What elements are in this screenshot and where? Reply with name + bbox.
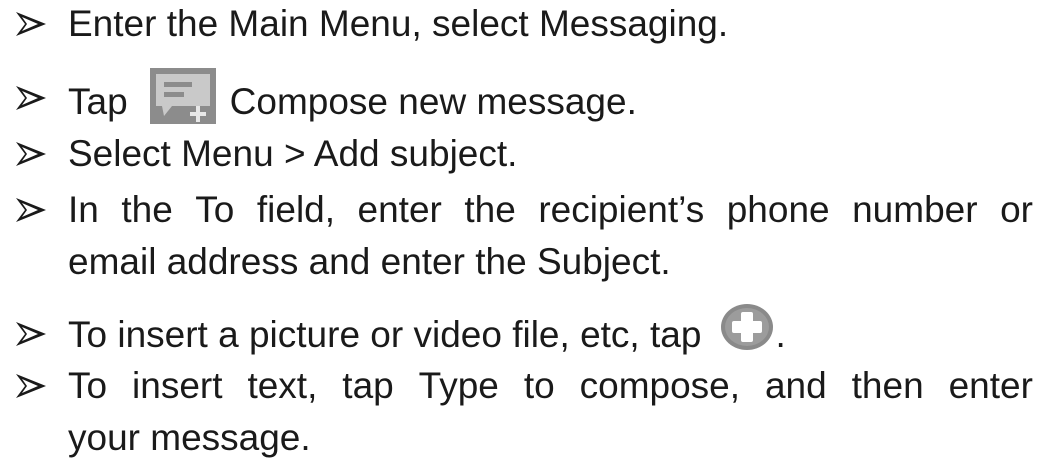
step-4-line-2: email address and enter the Subject. — [68, 241, 671, 282]
step-3-text: Select Menu > Add subject. — [68, 133, 518, 174]
word: enter — [357, 189, 442, 230]
word: field, — [256, 189, 336, 230]
arrowhead-bullet-icon — [16, 12, 46, 36]
step-6-line-2: your message. — [68, 417, 311, 458]
arrowhead-bullet-icon — [16, 142, 46, 166]
word: compose, — [579, 365, 741, 406]
arrowhead-bullet-icon — [16, 374, 46, 398]
word: insert — [132, 365, 223, 406]
word: recipient’s — [538, 189, 705, 230]
add-attachment-icon — [721, 304, 774, 350]
word: In — [68, 189, 99, 230]
word: To — [195, 189, 235, 230]
instructions-page: Enter the Main Menu, select Messaging. T… — [0, 0, 1043, 462]
word: to — [523, 365, 555, 406]
step-2-after: Compose new message. — [229, 80, 637, 122]
compose-message-icon — [149, 68, 216, 124]
step-2-text: Tap Compose new message. — [68, 68, 637, 132]
step-5-before: To insert a picture or video file, etc, … — [68, 313, 702, 355]
word: text, — [247, 365, 318, 406]
word: Type — [418, 365, 499, 406]
word: the — [121, 189, 173, 230]
step-5-after: . — [775, 313, 786, 355]
word: the — [464, 189, 516, 230]
word: number — [852, 189, 978, 230]
arrowhead-bullet-icon — [16, 198, 46, 222]
word: then — [851, 365, 924, 406]
step-2-before: Tap — [68, 80, 128, 122]
word: enter — [948, 365, 1033, 406]
word: or — [1000, 189, 1033, 230]
arrowhead-bullet-icon — [16, 322, 46, 346]
word: and — [764, 365, 827, 406]
step-5-text: To insert a picture or video file, etc, … — [68, 304, 786, 362]
step-4-line-1: In the To field, enter the recipient’s p… — [68, 188, 1033, 232]
step-1-text: Enter the Main Menu, select Messaging. — [68, 3, 729, 44]
arrowhead-bullet-icon — [16, 86, 46, 110]
word: To — [68, 365, 108, 406]
word: phone — [726, 189, 830, 230]
step-6-line-1: To insert text, tap Type to compose, and… — [68, 364, 1033, 408]
word: tap — [342, 365, 394, 406]
